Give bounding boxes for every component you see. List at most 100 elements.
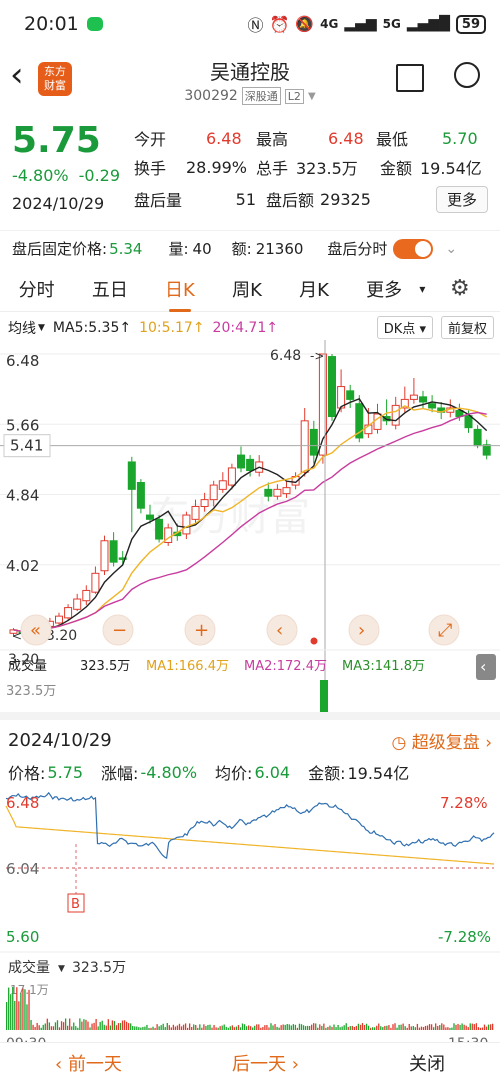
vol-bar <box>320 680 328 712</box>
vol-bar <box>276 1026 278 1030</box>
vol-bar <box>418 1027 421 1030</box>
vol-bar <box>243 1024 246 1030</box>
b-marker-label: B <box>71 897 80 912</box>
chevron-down-icon[interactable]: ▼ <box>308 91 316 102</box>
status-bar: 20:01 Ⓝ ⏰ 🔕 4G ▂▄▆ 5G ▂▄▆█ 59 <box>0 0 500 48</box>
vol-bar <box>42 1024 44 1030</box>
adjust-button[interactable]: 前复权 <box>440 316 494 339</box>
vol-bar <box>481 1027 484 1030</box>
current-price: 5.75 <box>12 120 101 161</box>
tab-3[interactable]: 周K <box>228 266 266 312</box>
level-tag: L2 <box>284 88 304 104</box>
intraday-plot[interactable]: B6.487.28%6.045.60-7.28%成交量▼323.5万17.1万0… <box>0 786 500 1048</box>
vol-bar <box>125 1021 128 1030</box>
wechat-icon <box>86 17 103 31</box>
tab-2[interactable]: 日K <box>161 266 199 312</box>
tab-0[interactable]: 分时 <box>15 266 59 312</box>
share-icon[interactable] <box>396 64 424 92</box>
vol-bar <box>225 1026 227 1030</box>
candle-body <box>419 396 427 403</box>
tab-1[interactable]: 五日 <box>88 266 132 312</box>
intraday-date: 2024/10/29 <box>8 730 112 751</box>
zoom-in-icon-glyph: + <box>194 620 209 641</box>
candle-body <box>109 540 118 563</box>
kline-plot[interactable]: 东方财富5.416.485.664.844.026.48 ->3.20<- «− + ‹… <box>0 340 500 712</box>
after-vol: 40 <box>192 239 212 258</box>
super-review-link[interactable]: ◷ 超级复盘 › <box>392 728 492 753</box>
vol-bar <box>294 1024 297 1030</box>
vma1-value: MA1:166.4万 <box>146 659 229 674</box>
more-button[interactable]: 更多 <box>435 185 488 213</box>
search-icon[interactable] <box>454 62 480 88</box>
market-tag: 深股通 <box>241 87 281 105</box>
vol-bar <box>398 1024 400 1030</box>
vol-bar <box>396 1027 398 1030</box>
ma10-value: 10:5.17↑ <box>139 319 205 336</box>
vol-bar <box>361 1023 364 1030</box>
vol-bar <box>355 1025 358 1030</box>
vol-bar <box>304 1026 307 1030</box>
dk-button[interactable]: DK点 ▾ <box>376 316 433 339</box>
high-marker-arrow: -> <box>310 349 324 363</box>
vol-bar <box>52 1026 55 1030</box>
vol-bar <box>380 1026 382 1030</box>
chevron-down-icon[interactable]: ▼ <box>38 323 45 333</box>
vol-bar <box>469 1023 471 1030</box>
after-amt-label: 盘后额 <box>266 191 315 210</box>
vol-bar <box>290 1025 292 1030</box>
pct-axis-bottom: -7.28% <box>438 928 491 946</box>
vol-bar <box>168 1025 170 1030</box>
vol-bar <box>296 1027 299 1030</box>
vol-bar <box>199 1024 201 1030</box>
stat-low: 5.70 <box>442 128 478 148</box>
chevron-down-icon[interactable]: ⌄ <box>445 241 457 257</box>
vol-bar <box>101 1020 103 1030</box>
vol-bar <box>62 1022 65 1030</box>
vol-bar <box>60 1021 63 1030</box>
close-button[interactable]: 关闭 <box>409 1050 445 1076</box>
candle-body <box>346 390 355 400</box>
candle-body <box>473 428 482 447</box>
vol-bar <box>313 1023 315 1030</box>
vol-bar <box>477 1027 480 1030</box>
candle-body <box>146 514 154 520</box>
vol-bar <box>392 1024 394 1030</box>
vol-bar <box>14 1000 16 1030</box>
vol-bar <box>132 1025 134 1030</box>
after-amt: 29325 <box>320 189 371 209</box>
after-share-toggle[interactable] <box>393 238 434 259</box>
candle-body <box>227 467 236 486</box>
vol-bar <box>22 988 24 1030</box>
high-marker: 6.48 <box>270 348 301 364</box>
vol-bar <box>28 989 30 1030</box>
vol-bar <box>67 1025 69 1030</box>
vol-bar <box>152 1026 154 1030</box>
vol-bar <box>465 1025 467 1030</box>
fullscreen-icon-glyph: ⤢ <box>438 620 453 641</box>
vol-bar <box>461 1023 463 1030</box>
price-axis-mid: 6.04 <box>6 860 39 878</box>
vol-bar <box>327 1026 329 1030</box>
vol-bar <box>457 1023 459 1030</box>
y-axis-label: 5.66 <box>6 416 39 434</box>
vol-bar <box>89 1027 91 1030</box>
vol-bar <box>176 1025 179 1030</box>
vol-bar <box>351 1025 353 1030</box>
mute-icon: 🔕 <box>295 15 315 33</box>
tab-4[interactable]: 月K <box>295 266 333 312</box>
vol-bar <box>229 1026 231 1030</box>
settings-icon[interactable]: ⚙ <box>450 276 470 301</box>
ma-selector[interactable]: 均线 <box>8 318 36 338</box>
vol-bar <box>451 1027 453 1030</box>
vol-bar <box>91 1023 93 1030</box>
chevron-down-icon[interactable]: ▾ <box>419 282 425 296</box>
next-day-button[interactable]: 后一天 › <box>232 1050 299 1076</box>
stock-header: ‹ 东方 财富 吴通控股 300292 深股通 L2 ▼ <box>0 48 500 112</box>
prev-day-button[interactable]: ‹ 前一天 <box>55 1050 122 1076</box>
kline-chart[interactable]: 均线 ▼ MA5:5.35↑ 10:5.17↑ 20:4.71↑ DK点 ▾ 前… <box>0 312 500 712</box>
vol-bar <box>288 1024 290 1030</box>
vol-bar <box>388 1025 390 1030</box>
after-amt: 21360 <box>255 239 304 258</box>
vol-bar <box>306 1025 309 1030</box>
tab-5[interactable]: 更多 <box>362 266 406 312</box>
